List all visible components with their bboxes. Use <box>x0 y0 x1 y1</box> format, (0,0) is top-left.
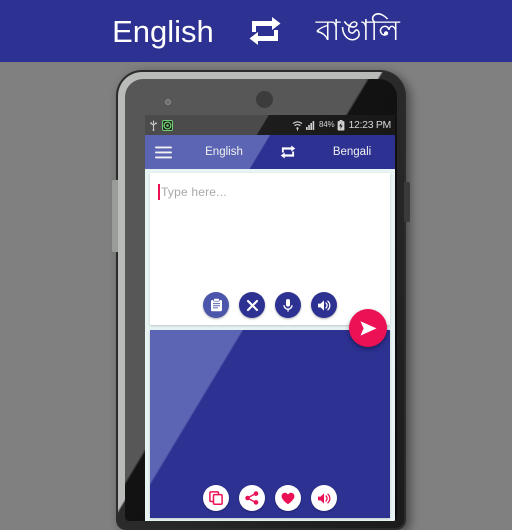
phone-mockup: 84% 12:23 PM English Bengali Type here..… <box>112 70 410 530</box>
send-translate-button[interactable] <box>349 309 387 347</box>
battery-percent-label: 84% <box>319 120 335 129</box>
source-input-placeholder: Type here... <box>161 185 227 199</box>
close-icon <box>246 299 258 311</box>
source-text-card: Type here... <box>150 173 390 325</box>
favorite-button[interactable] <box>275 485 301 511</box>
power-button[interactable] <box>404 182 410 222</box>
microphone-icon <box>283 298 293 312</box>
status-bar-clock: 12:23 PM <box>348 118 391 131</box>
hamburger-menu-icon <box>154 146 172 158</box>
app-action-bar: English Bengali <box>145 135 395 169</box>
source-text-input[interactable]: Type here... <box>158 181 382 203</box>
speak-button[interactable] <box>311 292 337 318</box>
android-status-bar: 84% 12:23 PM <box>145 115 395 135</box>
mic-button[interactable] <box>275 292 301 318</box>
app-bar-target-language[interactable]: Bengali <box>309 146 395 158</box>
copy-button[interactable] <box>203 485 229 511</box>
battery-charging-icon <box>338 119 345 130</box>
promo-banner: English বাঙালি <box>0 0 512 62</box>
earpiece-speaker-icon <box>256 91 273 108</box>
cellular-signal-icon <box>306 121 315 130</box>
swap-horizontal-icon <box>280 145 296 159</box>
text-caret <box>158 184 160 200</box>
front-camera-icon <box>165 99 171 105</box>
speaker-icon <box>318 299 331 311</box>
status-bar-right-icons: 84% 12:23 PM <box>292 118 391 131</box>
share-button[interactable] <box>239 485 265 511</box>
status-bar-left-icons <box>149 119 173 131</box>
promo-source-language: English <box>112 13 214 49</box>
heart-icon <box>281 492 295 504</box>
phone-bezel: 84% 12:23 PM English Bengali Type here..… <box>125 79 397 521</box>
promo-target-language: বাঙালি <box>315 14 400 47</box>
share-icon <box>245 491 259 505</box>
clear-button[interactable] <box>239 292 265 318</box>
clipboard-icon <box>210 298 222 312</box>
target-action-row <box>150 485 390 511</box>
speak-button[interactable] <box>311 485 337 511</box>
speaker-icon <box>318 492 331 504</box>
send-icon <box>360 320 376 336</box>
app-bar-source-language[interactable]: English <box>181 146 267 158</box>
target-text-card <box>150 330 390 518</box>
circle-target-icon <box>162 119 173 131</box>
usb-icon <box>150 120 157 131</box>
volume-rocker-button[interactable] <box>112 180 118 252</box>
copy-icon <box>209 491 223 505</box>
paste-button[interactable] <box>203 292 229 318</box>
app-bar-swap-button[interactable] <box>267 145 309 159</box>
hamburger-menu-button[interactable] <box>145 146 181 159</box>
phone-screen: 84% 12:23 PM English Bengali Type here..… <box>145 115 395 521</box>
swap-horizontal-icon <box>249 17 281 45</box>
wifi-icon <box>292 120 303 131</box>
